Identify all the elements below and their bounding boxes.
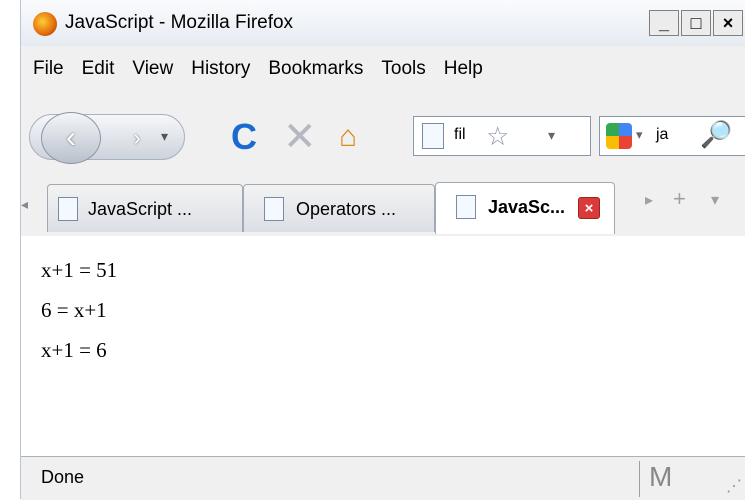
search-bar[interactable]: ▾ ja 🔎 [599, 116, 745, 156]
tab-scroll-right-button[interactable]: ▸ [645, 190, 653, 210]
close-window-button[interactable]: × [713, 10, 743, 36]
tab-scroll-left-button[interactable]: ◂ [21, 196, 37, 230]
reload-button[interactable]: C [231, 116, 257, 158]
search-icon[interactable]: 🔎 [700, 119, 732, 150]
search-engine-dropdown[interactable]: ▾ [636, 127, 643, 143]
close-tab-button[interactable]: × [578, 197, 600, 219]
forward-button[interactable]: › [117, 125, 157, 150]
menu-edit[interactable]: Edit [82, 58, 115, 88]
menu-bar: File Edit View History Bookmarks Tools H… [21, 58, 489, 88]
menu-bookmarks[interactable]: Bookmarks [268, 58, 363, 88]
title-bar: JavaScript - Mozilla Firefox _ □ × [21, 0, 745, 46]
menu-view[interactable]: View [132, 58, 173, 88]
status-text: Done [41, 467, 85, 487]
tab-javascript-active[interactable]: JavaSc... × [435, 182, 615, 234]
tab-javascript[interactable]: JavaScript ... [47, 184, 243, 232]
window-title: JavaScript - Mozilla Firefox [65, 12, 294, 33]
window-controls: _ □ × [647, 10, 743, 36]
url-dropdown-button[interactable]: ▾ [548, 127, 555, 144]
mail-icon[interactable]: M [649, 461, 672, 493]
page-icon [456, 195, 476, 219]
home-button[interactable]: ⌂ [339, 120, 357, 154]
menu-help[interactable]: Help [444, 58, 483, 88]
history-dropdown-button[interactable]: ▾ [161, 128, 168, 145]
stop-button[interactable]: ✕ [283, 114, 317, 160]
bookmark-star-icon[interactable]: ☆ [486, 121, 509, 152]
output-line: x+1 = 6 [41, 338, 107, 362]
tab-list-button[interactable]: ▾ [711, 190, 719, 210]
new-tab-button[interactable]: + [673, 186, 686, 212]
menu-history[interactable]: History [191, 58, 250, 88]
maximize-button[interactable]: □ [681, 10, 711, 36]
page-icon [264, 197, 284, 221]
output-line: 6 = x+1 [41, 298, 107, 322]
url-bar[interactable]: fil ☆ ▾ [413, 116, 591, 156]
search-input[interactable]: ja [656, 126, 668, 144]
page-icon [422, 123, 444, 149]
tab-label: JavaSc... [488, 197, 566, 217]
resize-grip-icon[interactable]: ⋰ [726, 476, 742, 496]
page-icon [58, 197, 78, 221]
tab-label: JavaScript ... [88, 199, 193, 219]
menu-file[interactable]: File [33, 58, 64, 88]
back-button[interactable]: ‹ [41, 112, 101, 164]
firefox-logo-icon [33, 12, 57, 36]
menu-tools[interactable]: Tools [381, 58, 425, 88]
tab-operators[interactable]: Operators ... [243, 184, 435, 232]
navigation-toolbar: ‹ › ▾ C ✕ ⌂ fil ☆ ▾ ▾ ja 🔎 [21, 100, 745, 168]
google-search-engine-icon[interactable] [606, 123, 632, 149]
page-content: x+1 = 51 6 = x+1 x+1 = 6 [21, 236, 745, 456]
status-bar: Done M ⋰ [21, 456, 745, 500]
tab-strip: ◂ JavaScript ... Operators ... JavaSc...… [21, 176, 745, 237]
status-divider [639, 461, 640, 497]
url-input[interactable]: fil [454, 126, 466, 144]
minimize-button[interactable]: _ [649, 10, 679, 36]
browser-window: JavaScript - Mozilla Firefox _ □ × File … [20, 0, 745, 500]
tab-label: Operators ... [296, 199, 397, 219]
output-line: x+1 = 51 [41, 258, 118, 282]
